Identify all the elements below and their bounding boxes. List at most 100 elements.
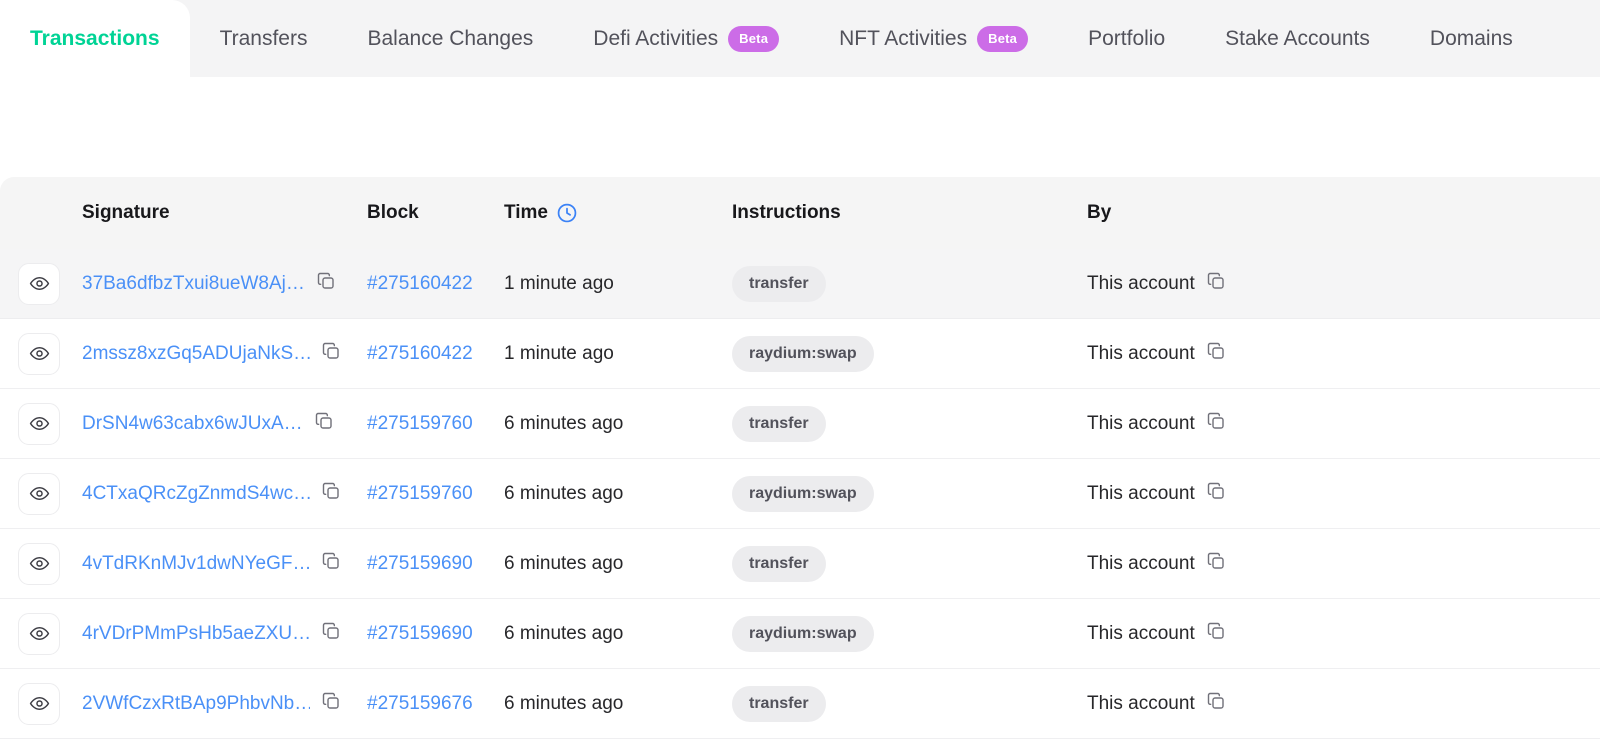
time-cell: 6 minutes ago xyxy=(504,693,732,715)
block-link[interactable]: #275159760 xyxy=(367,483,473,505)
tab-nft-activities[interactable]: NFT Activities Beta xyxy=(809,0,1058,77)
instructions-cell: transfer xyxy=(732,265,1087,302)
copy-icon[interactable] xyxy=(316,271,336,296)
block-cell: #275159676 xyxy=(367,693,504,715)
by-cell: This account xyxy=(1087,411,1600,436)
copy-icon[interactable] xyxy=(1206,481,1226,506)
copy-icon[interactable] xyxy=(1206,621,1226,646)
row-preview-cell xyxy=(0,542,82,585)
copy-icon[interactable] xyxy=(1206,551,1226,576)
copy-icon[interactable] xyxy=(1206,271,1226,296)
row-preview-cell xyxy=(0,612,82,655)
tab-label: Transfers xyxy=(219,26,308,50)
by-text: This account xyxy=(1087,482,1195,504)
beta-badge: Beta xyxy=(728,25,780,52)
tab-label: Domains xyxy=(1429,26,1513,50)
block-link[interactable]: #275160422 xyxy=(367,273,473,295)
table-row[interactable]: 4rVDrPMmPsHb5aeZXU… #275159690 6 minutes a… xyxy=(0,599,1600,669)
table-header-row: Signature Block Time Instructions By xyxy=(0,177,1600,249)
time-cell: 6 minutes ago xyxy=(504,553,732,575)
eye-icon[interactable] xyxy=(18,262,60,305)
signature-link[interactable]: DrSN4w63cabx6wJUxA… xyxy=(82,413,303,435)
tab-transfers[interactable]: Transfers xyxy=(190,0,338,77)
by-cell: This account xyxy=(1087,271,1600,296)
block-link[interactable]: #275159690 xyxy=(367,623,473,645)
eye-icon[interactable] xyxy=(18,332,60,375)
header-time: Time xyxy=(504,202,732,224)
copy-icon[interactable] xyxy=(314,411,334,436)
header-by: By xyxy=(1087,202,1112,223)
signature-link[interactable]: 2mssz8xzGq5ADUjaNkS… xyxy=(82,343,310,365)
eye-icon[interactable] xyxy=(18,682,60,725)
instructions-cell: raydium:swap xyxy=(732,615,1087,652)
instruction-badge[interactable]: transfer xyxy=(732,405,826,442)
table-row[interactable]: 2mssz8xzGq5ADUjaNkS… #275160422 1 minute a… xyxy=(0,319,1600,389)
time-text: 1 minute ago xyxy=(504,342,614,364)
block-cell: #275160422 xyxy=(367,273,504,295)
block-link[interactable]: #275160422 xyxy=(367,343,473,365)
eye-icon[interactable] xyxy=(18,612,60,655)
signature-link[interactable]: 4rVDrPMmPsHb5aeZXU… xyxy=(82,623,310,645)
signature-link[interactable]: 4CTxaQRcZgZnmdS4wc… xyxy=(82,483,310,505)
instruction-badge[interactable]: raydium:swap xyxy=(732,615,874,652)
copy-icon[interactable] xyxy=(321,691,341,716)
copy-icon[interactable] xyxy=(1206,411,1226,436)
tab-balance-changes[interactable]: Balance Changes xyxy=(337,0,563,77)
instruction-badge[interactable]: raydium:swap xyxy=(732,475,874,512)
tab-defi-activities[interactable]: Defi Activities Beta xyxy=(563,0,809,77)
eye-icon[interactable] xyxy=(18,472,60,515)
time-text: 6 minutes ago xyxy=(504,552,624,574)
instruction-badge[interactable]: transfer xyxy=(732,545,826,582)
by-cell: This account xyxy=(1087,481,1600,506)
signature-link[interactable]: 4vTdRKnMJv1dwNYeGF… xyxy=(82,553,310,575)
by-cell: This account xyxy=(1087,691,1600,716)
instructions-cell: transfer xyxy=(732,405,1087,442)
copy-icon[interactable] xyxy=(1206,341,1226,366)
copy-icon[interactable] xyxy=(321,551,341,576)
block-cell: #275159760 xyxy=(367,483,504,505)
copy-icon[interactable] xyxy=(321,621,341,646)
instructions-cell: transfer xyxy=(732,545,1087,582)
table-row[interactable]: 4CTxaQRcZgZnmdS4wc… #275159760 6 minutes a… xyxy=(0,459,1600,529)
time-cell: 1 minute ago xyxy=(504,343,732,365)
copy-icon[interactable] xyxy=(321,481,341,506)
block-link[interactable]: #275159690 xyxy=(367,553,473,575)
copy-icon[interactable] xyxy=(1206,691,1226,716)
instruction-badge[interactable]: raydium:swap xyxy=(732,335,874,372)
eye-icon[interactable] xyxy=(18,542,60,585)
signature-link[interactable]: 2VWfCzxRtBAp9PhbvNb… xyxy=(82,693,310,715)
row-preview-cell xyxy=(0,472,82,515)
tab-portfolio[interactable]: Portfolio xyxy=(1058,0,1195,77)
header-instructions: Instructions xyxy=(732,202,841,223)
signature-cell: 4CTxaQRcZgZnmdS4wc… xyxy=(82,481,367,506)
signature-link[interactable]: 37Ba6dfbzTxui8ueW8Aj… xyxy=(82,273,305,295)
clock-icon xyxy=(556,202,578,224)
time-cell: 6 minutes ago xyxy=(504,483,732,505)
by-text: This account xyxy=(1087,692,1195,714)
by-cell: This account xyxy=(1087,341,1600,366)
time-cell: 6 minutes ago xyxy=(504,623,732,645)
header-time-label: Time xyxy=(504,202,549,223)
table-row[interactable]: DrSN4w63cabx6wJUxA… #275159760 6 minutes a… xyxy=(0,389,1600,459)
block-link[interactable]: #275159760 xyxy=(367,413,473,435)
block-cell: #275159760 xyxy=(367,413,504,435)
tab-stake-accounts[interactable]: Stake Accounts xyxy=(1195,0,1400,77)
signature-cell: 2VWfCzxRtBAp9PhbvNb… xyxy=(82,691,367,716)
by-text: This account xyxy=(1087,412,1195,434)
instruction-badge[interactable]: transfer xyxy=(732,265,826,302)
tab-domains[interactable]: Domains xyxy=(1400,0,1543,77)
by-text: This account xyxy=(1087,342,1195,364)
table-row[interactable]: 37Ba6dfbzTxui8ueW8Aj… #275160422 1 minute … xyxy=(0,249,1600,319)
copy-icon[interactable] xyxy=(321,341,341,366)
row-preview-cell xyxy=(0,402,82,445)
tab-transactions[interactable]: Transactions xyxy=(0,0,190,77)
by-cell: This account xyxy=(1087,551,1600,576)
block-link[interactable]: #275159676 xyxy=(367,693,473,715)
table-row[interactable]: 4vTdRKnMJv1dwNYeGF… #275159690 6 minutes a… xyxy=(0,529,1600,599)
table-row[interactable]: 2VWfCzxRtBAp9PhbvNb… #275159676 6 minutes … xyxy=(0,669,1600,739)
header-signature: Signature xyxy=(82,202,170,223)
signature-cell: 2mssz8xzGq5ADUjaNkS… xyxy=(82,341,367,366)
instruction-badge[interactable]: transfer xyxy=(732,685,826,722)
eye-icon[interactable] xyxy=(18,402,60,445)
signature-cell: 4vTdRKnMJv1dwNYeGF… xyxy=(82,551,367,576)
